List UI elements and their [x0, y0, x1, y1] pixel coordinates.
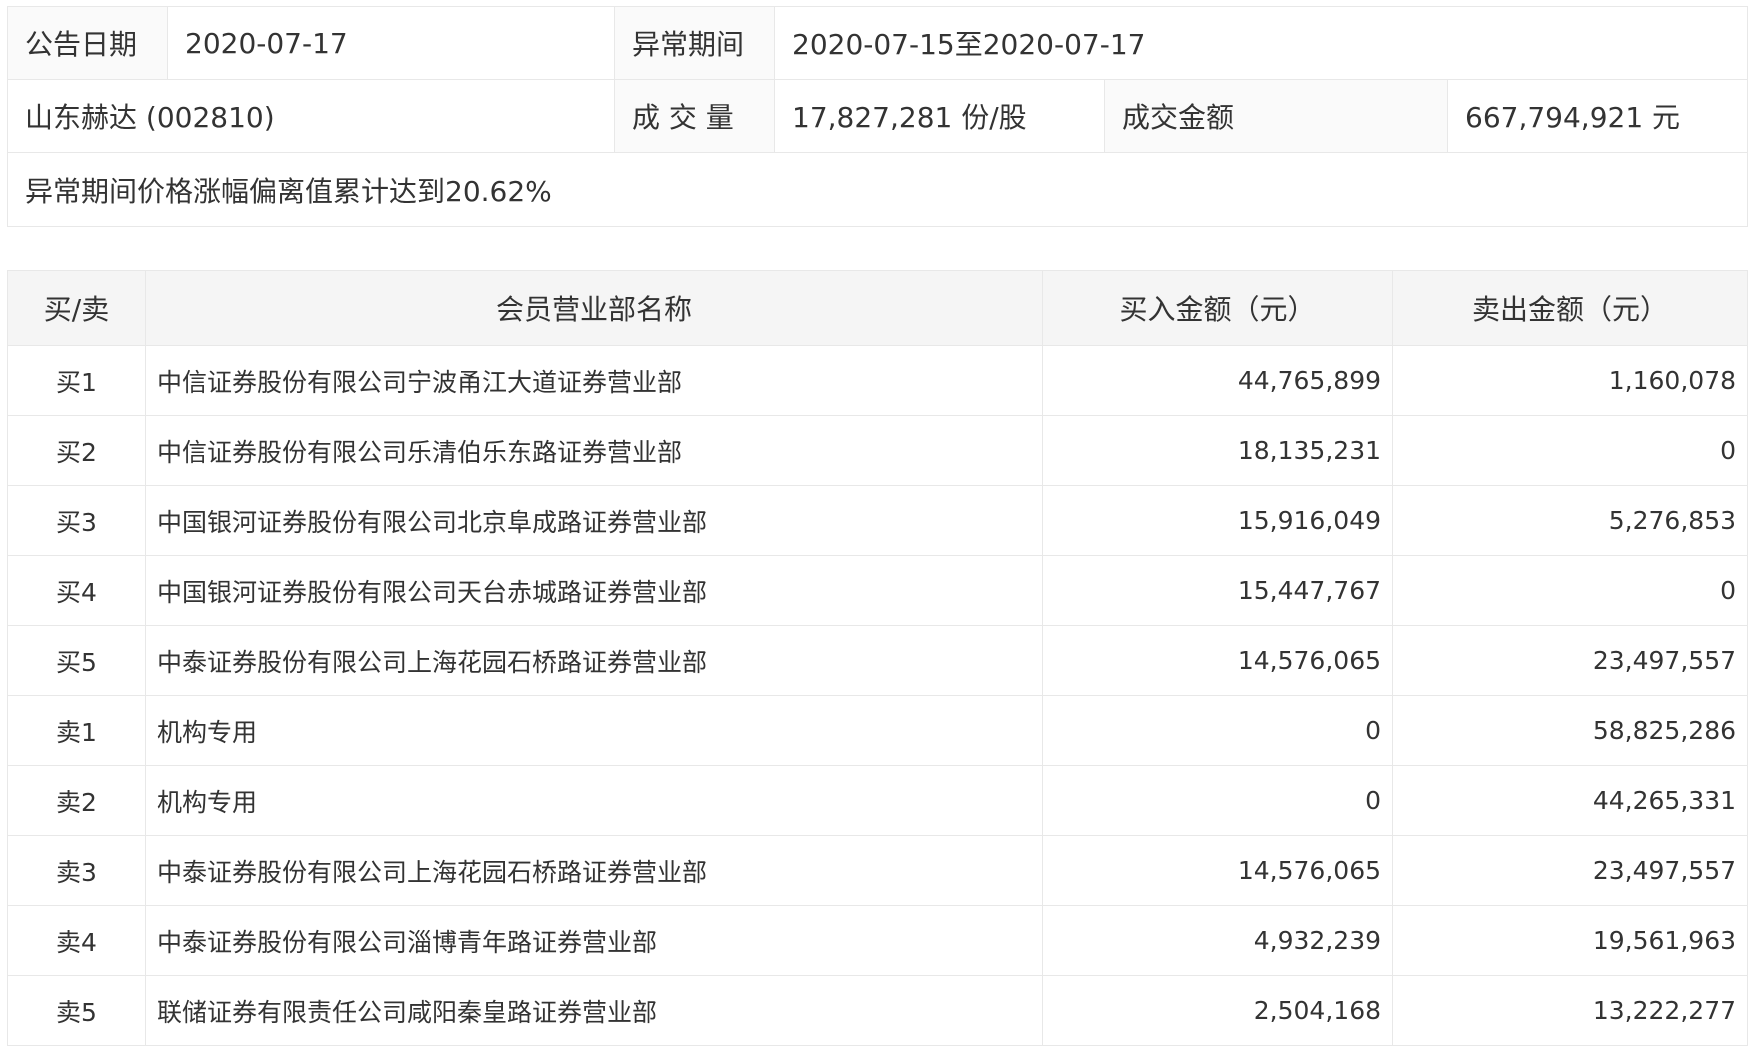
row-sell-amount: 5,276,853 [1392, 485, 1748, 556]
row-buy-amount: 14,576,065 [1042, 625, 1393, 696]
row-sell-amount: 23,497,557 [1392, 835, 1748, 906]
summary-table: 公告日期 2020-07-17 异常期间 2020-07-15至2020-07-… [6, 6, 1749, 227]
row-sell-amount: 44,265,331 [1392, 765, 1748, 836]
row-buy-amount: 15,916,049 [1042, 485, 1393, 556]
row-side: 卖5 [7, 975, 146, 1046]
table-row: 买2 中信证券股份有限公司乐清伯乐东路证券营业部 18,135,231 0 [7, 415, 1748, 486]
row-side: 买3 [7, 485, 146, 556]
table-row: 卖5 联储证券有限责任公司咸阳秦皇路证券营业部 2,504,168 13,222… [7, 975, 1748, 1046]
row-side: 买5 [7, 625, 146, 696]
table-header-row: 买/卖 会员营业部名称 买入金额（元） 卖出金额（元） [7, 270, 1748, 346]
row-side: 卖4 [7, 905, 146, 976]
row-side: 买2 [7, 415, 146, 486]
table-row: 买4 中国银河证券股份有限公司天台赤城路证券营业部 15,447,767 0 [7, 555, 1748, 626]
table-row: 卖4 中泰证券股份有限公司淄博青年路证券营业部 4,932,239 19,561… [7, 905, 1748, 976]
row-member-name: 机构专用 [145, 765, 1043, 836]
row-member-name: 中国银河证券股份有限公司天台赤城路证券营业部 [145, 555, 1043, 626]
row-buy-amount: 18,135,231 [1042, 415, 1393, 486]
table-row: 卖3 中泰证券股份有限公司上海花园石桥路证券营业部 14,576,065 23,… [7, 835, 1748, 906]
row-sell-amount: 0 [1392, 555, 1748, 626]
row-side: 卖3 [7, 835, 146, 906]
row-buy-amount: 2,504,168 [1042, 975, 1393, 1046]
row-member-name: 中泰证券股份有限公司淄博青年路证券营业部 [145, 905, 1043, 976]
col-header-sell: 卖出金额（元） [1392, 270, 1748, 346]
row-member-name: 中信证券股份有限公司宁波甬江大道证券营业部 [145, 345, 1043, 416]
row-sell-amount: 13,222,277 [1392, 975, 1748, 1046]
row-side: 卖2 [7, 765, 146, 836]
amount-label: 成交金额 [1104, 79, 1448, 153]
row-buy-amount: 4,932,239 [1042, 905, 1393, 976]
stock-name: 山东赫达 (002810) [7, 79, 615, 153]
row-buy-amount: 0 [1042, 765, 1393, 836]
row-side: 卖1 [7, 695, 146, 766]
row-member-name: 中信证券股份有限公司乐清伯乐东路证券营业部 [145, 415, 1043, 486]
period-label: 异常期间 [614, 6, 775, 80]
col-header-member: 会员营业部名称 [145, 270, 1043, 346]
trading-seats-table: 买/卖 会员营业部名称 买入金额（元） 卖出金额（元） 买1 中信证券股份有限公… [7, 270, 1748, 1046]
row-sell-amount: 0 [1392, 415, 1748, 486]
row-buy-amount: 44,765,899 [1042, 345, 1393, 416]
volume-value: 17,827,281 份/股 [774, 79, 1105, 153]
row-member-name: 机构专用 [145, 695, 1043, 766]
table-row: 卖1 机构专用 0 58,825,286 [7, 695, 1748, 766]
row-buy-amount: 0 [1042, 695, 1393, 766]
deviation-note: 异常期间价格涨幅偏离值累计达到20.62% [6, 152, 1749, 227]
col-header-side: 买/卖 [7, 270, 146, 346]
row-sell-amount: 19,561,963 [1392, 905, 1748, 976]
amount-value: 667,794,921 元 [1446, 79, 1749, 153]
table-row: 买5 中泰证券股份有限公司上海花园石桥路证券营业部 14,576,065 23,… [7, 625, 1748, 696]
row-member-name: 中泰证券股份有限公司上海花园石桥路证券营业部 [145, 625, 1043, 696]
col-header-buy: 买入金额（元） [1042, 270, 1393, 346]
row-member-name: 中泰证券股份有限公司上海花园石桥路证券营业部 [145, 835, 1043, 906]
table-row: 买3 中国银河证券股份有限公司北京阜成路证券营业部 15,916,049 5,2… [7, 485, 1748, 556]
period-value: 2020-07-15至2020-07-17 [773, 6, 1749, 80]
row-member-name: 中国银河证券股份有限公司北京阜成路证券营业部 [145, 485, 1043, 556]
row-buy-amount: 15,447,767 [1042, 555, 1393, 626]
announce-date-label: 公告日期 [7, 6, 168, 80]
row-sell-amount: 1,160,078 [1392, 345, 1748, 416]
row-buy-amount: 14,576,065 [1042, 835, 1393, 906]
row-member-name: 联储证券有限责任公司咸阳秦皇路证券营业部 [145, 975, 1043, 1046]
row-side: 买4 [7, 555, 146, 626]
row-sell-amount: 58,825,286 [1392, 695, 1748, 766]
volume-label: 成 交 量 [614, 79, 775, 153]
row-side: 买1 [7, 345, 146, 416]
table-row: 买1 中信证券股份有限公司宁波甬江大道证券营业部 44,765,899 1,16… [7, 345, 1748, 416]
row-sell-amount: 23,497,557 [1392, 625, 1748, 696]
table-row: 卖2 机构专用 0 44,265,331 [7, 765, 1748, 836]
announce-date-value: 2020-07-17 [167, 6, 615, 80]
